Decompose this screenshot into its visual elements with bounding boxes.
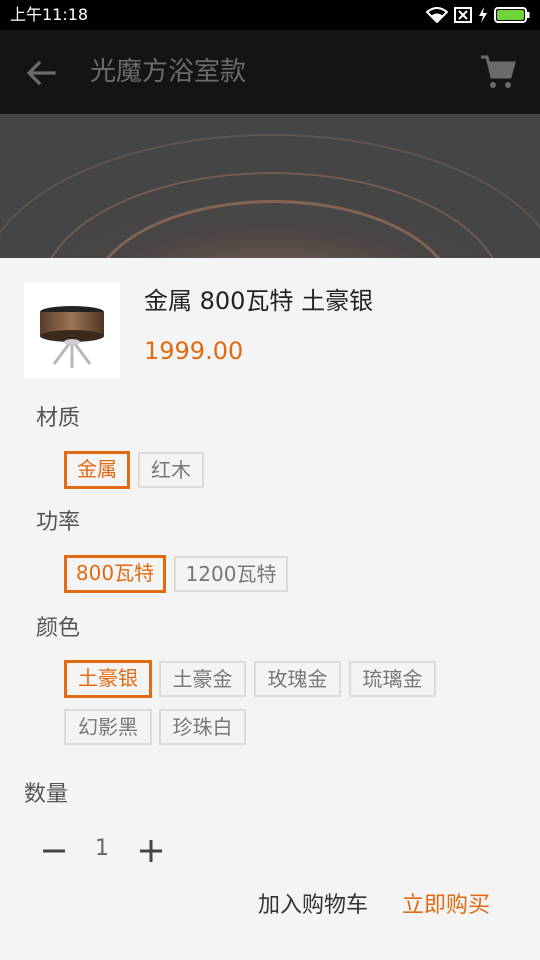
option-color-silver[interactable]: 土豪银 xyxy=(64,660,152,698)
wifi-icon xyxy=(426,7,448,23)
minus-icon[interactable] xyxy=(40,837,68,865)
quantity-value: 1 xyxy=(95,836,109,861)
color-label: 颜色 xyxy=(36,616,81,641)
option-color-pearl-white[interactable]: 珍珠白 xyxy=(159,709,246,745)
product-hero-image xyxy=(0,114,540,258)
app-bar: 光魔方浴室款 xyxy=(0,30,540,114)
status-time: 上午11:18 xyxy=(10,5,89,24)
speaker-product-image xyxy=(40,306,104,368)
arrow-left-icon[interactable] xyxy=(24,56,58,90)
option-color-gold[interactable]: 土豪金 xyxy=(159,661,246,697)
add-to-cart-button[interactable]: 加入购物车 xyxy=(258,890,368,922)
no-sim-icon xyxy=(454,7,472,23)
option-color-phantom-black[interactable]: 幻影黑 xyxy=(64,709,152,745)
page-title: 光魔方浴室款 xyxy=(90,57,247,87)
product-thumbnail xyxy=(24,282,120,378)
option-material-metal[interactable]: 金属 xyxy=(64,451,130,489)
option-color-rose-gold[interactable]: 玫瑰金 xyxy=(254,661,341,697)
option-material-rosewood[interactable]: 红木 xyxy=(138,452,204,488)
charging-icon xyxy=(479,7,487,23)
material-label: 材质 xyxy=(36,406,81,431)
quantity-label: 数量 xyxy=(24,782,69,807)
option-power-800w[interactable]: 800瓦特 xyxy=(64,555,166,593)
sku-selector-sheet: 金属 800瓦特 土豪银 1999.00 材质 金属 红木 功率 800瓦特 1… xyxy=(0,258,540,960)
option-color-glaze-gold[interactable]: 琉璃金 xyxy=(349,661,436,697)
status-bar: 上午11:18 xyxy=(0,0,540,30)
shopping-cart-icon[interactable] xyxy=(478,52,518,92)
battery-icon xyxy=(494,7,530,23)
status-icons xyxy=(426,6,530,24)
product-price: 1999.00 xyxy=(144,337,244,365)
plus-icon[interactable] xyxy=(137,837,165,865)
buy-now-button[interactable]: 立即购买 xyxy=(402,890,490,922)
option-power-1200w[interactable]: 1200瓦特 xyxy=(174,556,288,592)
product-name: 金属 800瓦特 土豪银 xyxy=(144,287,374,315)
power-label: 功率 xyxy=(36,510,81,535)
